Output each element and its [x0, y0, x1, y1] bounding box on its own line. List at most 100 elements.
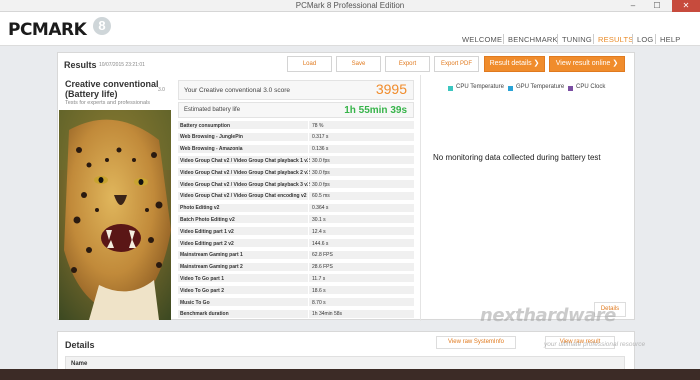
subscore-row: Batch Photo Editing v2 30.1 s [178, 215, 414, 225]
subscore-row: Benchmark duration 1h 34min 58s [178, 309, 414, 319]
window-title: PCMark 8 Professional Edition [295, 1, 405, 10]
pcmark-8-badge: 8 [93, 17, 111, 35]
export-pdf-button[interactable]: Export PDF [434, 56, 479, 72]
subscore-value: 11.7 s [312, 275, 326, 282]
subscore-name: Music To Go [180, 299, 210, 306]
subscore-name: Batch Photo Editing v2 [180, 216, 235, 223]
nav-welcome[interactable]: WELCOME [462, 35, 502, 44]
score-box: Your Creative conventional 3.0 score 399… [178, 80, 414, 100]
minimize-button[interactable]: – [622, 0, 644, 12]
export-button[interactable]: Export [385, 56, 430, 72]
test-title: Creative conventional (Battery life) [65, 79, 159, 99]
subscore-row: Video Editing part 2 v2 144.6 s [178, 239, 414, 248]
subscore-row: Web Browsing - Amazonia 0.136 s [178, 144, 414, 154]
close-button[interactable]: ✕ [672, 0, 700, 12]
column-divider [420, 75, 421, 321]
score-label: Your Creative conventional 3.0 score [184, 87, 290, 94]
subscore-name: Battery consumption [180, 122, 231, 129]
subscore-value: 78 % [312, 122, 324, 129]
result-details-button[interactable]: Result details ❯ [484, 56, 545, 72]
maximize-button[interactable]: ☐ [646, 0, 668, 12]
load-button[interactable]: Load [287, 56, 332, 72]
subscore-name: Video Group Chat v2 / Video Group Chat e… [180, 193, 307, 200]
nav-results[interactable]: RESULTS [598, 35, 633, 44]
subscore-value: 12.4 s [312, 228, 326, 235]
nav-separator [503, 34, 504, 44]
results-panel: Results 10/07/2015 23:21:01 Load Save Ex… [57, 52, 635, 321]
legend-label: GPU Temperature [516, 84, 565, 90]
nav-separator [593, 34, 594, 44]
subscore-name: Video To Go part 2 [180, 287, 224, 294]
subscore-value: 30.0 fps [312, 169, 330, 176]
nav-tuning[interactable]: TUNING [562, 35, 592, 44]
subscore-row: Video Group Chat v2 / Video Group Chat p… [178, 156, 414, 166]
subscore-row: Video Group Chat v2 / Video Group Chat p… [178, 168, 414, 178]
legend-label: CPU Temperature [456, 84, 504, 90]
nav-benchmark[interactable]: BENCHMARK [508, 35, 558, 44]
view-raw-systeminfo-button[interactable]: View raw SystemInfo [436, 336, 516, 349]
subscore-separator [308, 262, 309, 272]
no-monitoring-message: No monitoring data collected during batt… [433, 153, 601, 162]
subscore-separator [308, 309, 309, 319]
subscore-separator [308, 132, 309, 142]
subscore-row: Music To Go 8.70 s [178, 298, 414, 307]
subscore-value: 0.136 s [312, 146, 329, 153]
subscore-name: Mainstream Gaming part 2 [180, 264, 243, 271]
details-name-header: Name [71, 361, 88, 367]
app-header: PCMARK 8 WELCOME BENCHMARK TUNING RESULTS LO… [0, 12, 700, 46]
subscore-separator [308, 191, 309, 201]
subscore-separator [308, 168, 309, 178]
subscore-separator [308, 227, 309, 237]
subscore-separator [308, 180, 309, 189]
subscore-row: Video Group Chat v2 / Video Group Chat p… [178, 180, 414, 189]
subscore-name: Photo Editing v2 [180, 205, 220, 212]
subscore-name: Video Group Chat v2 / Video Group Chat p… [180, 169, 310, 176]
subscore-row: Web Browsing - JunglePin 0.317 s [178, 132, 414, 142]
watermark-tagline: your ultimate professional resource [544, 341, 646, 348]
subscore-separator [308, 121, 309, 130]
nav-separator [557, 34, 558, 44]
subscore-row: Mainstream Gaming part 2 28.6 FPS [178, 262, 414, 272]
subscore-separator [308, 239, 309, 248]
subscore-row: Video To Go part 1 11.7 s [178, 274, 414, 284]
subscore-separator [308, 215, 309, 225]
subscore-name: Web Browsing - JunglePin [180, 134, 243, 141]
subscore-row: Photo Editing v2 0.364 s [178, 203, 414, 213]
save-button[interactable]: Save [336, 56, 381, 72]
score-value: 3995 [375, 81, 407, 97]
view-result-online-button[interactable]: View result online ❯ [549, 56, 625, 72]
pcmark-logo: PCMARK [8, 20, 87, 40]
subscore-value: 1h 34min 58s [312, 311, 343, 318]
subscore-name: Mainstream Gaming part 1 [180, 252, 243, 259]
subscore-separator [308, 286, 309, 296]
battery-value: 1h 55min 39s [344, 105, 407, 116]
nav-help[interactable]: HELP [660, 35, 680, 44]
leopard-image [59, 110, 171, 320]
subscore-separator [308, 203, 309, 213]
test-subtitle: Tests for experts and professionals [65, 100, 150, 106]
subscore-row: Video Editing part 1 v2 12.4 s [178, 227, 414, 237]
subscore-value: 30.0 fps [312, 181, 330, 188]
subscore-name: Video Group Chat v2 / Video Group Chat p… [180, 181, 310, 188]
subscore-value: 28.6 FPS [312, 264, 333, 271]
details-heading: Details [65, 340, 95, 350]
subscore-name: Web Browsing - Amazonia [180, 146, 243, 153]
subscore-separator [308, 144, 309, 154]
subscore-value: 0.317 s [312, 134, 329, 141]
battery-box: Estimated battery life 1h 55min 39s [178, 102, 414, 118]
subscore-row: Video To Go part 2 18.6 s [178, 286, 414, 296]
subscore-value: 30.1 s [312, 216, 326, 223]
legend-swatch [508, 86, 513, 91]
subscore-value: 144.6 s [312, 240, 329, 247]
subscore-value: 18.6 s [312, 287, 326, 294]
watermark-logo: nexthardware [480, 305, 616, 326]
subscore-name: Benchmark duration [180, 311, 229, 318]
subscore-separator [308, 298, 309, 307]
results-date: 10/07/2015 23:21:01 [99, 62, 145, 68]
legend-label: CPU Clock [576, 84, 606, 90]
subscore-row: Mainstream Gaming part 1 62.8 FPS [178, 250, 414, 260]
score-column: Your Creative conventional 3.0 score 399… [178, 78, 414, 319]
subscore-value: 30.0 fps [312, 157, 330, 164]
nav-log[interactable]: LOG [637, 35, 653, 44]
legend-swatch [568, 86, 573, 91]
